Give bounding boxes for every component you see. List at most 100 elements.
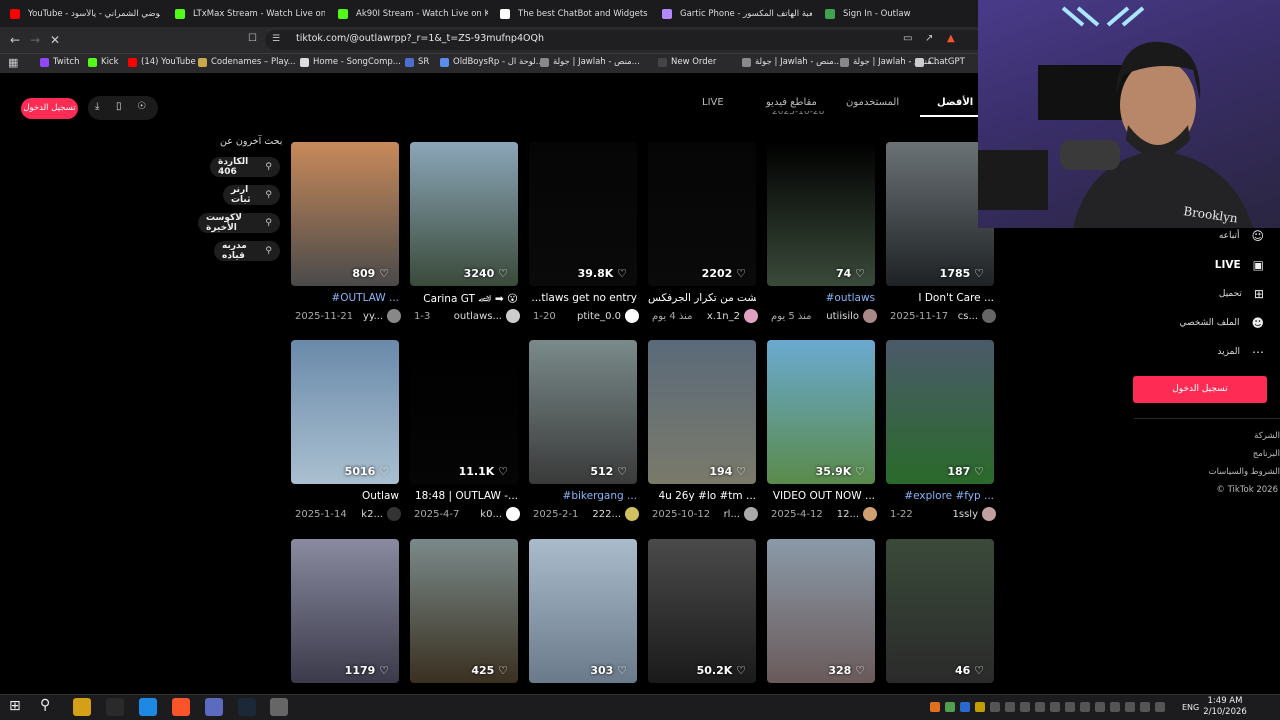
tab-best[interactable]: الأفضل bbox=[937, 97, 973, 108]
video-thumbnail[interactable]: 512 ♡ bbox=[529, 340, 637, 484]
chrome-icon[interactable] bbox=[139, 698, 157, 716]
bookmark-item[interactable]: Twitch bbox=[40, 57, 80, 67]
video-thumbnail[interactable]: 39.8K ♡ bbox=[529, 142, 637, 286]
nav-following[interactable]: أتباعه ☺ bbox=[1219, 229, 1264, 243]
video-title[interactable]: 4u 26y #lo #tm ... bbox=[648, 490, 756, 502]
file-explorer-icon[interactable] bbox=[73, 698, 91, 716]
video-thumbnail[interactable]: 194 ♡ bbox=[648, 340, 756, 484]
tray-icon[interactable] bbox=[1155, 702, 1165, 712]
video-author[interactable]: k2... bbox=[361, 507, 401, 521]
video-thumbnail[interactable]: 3240 ♡ bbox=[410, 142, 518, 286]
video-thumbnail[interactable]: 50.2K ♡ bbox=[648, 539, 756, 683]
bookmark-item[interactable]: جولة | Jawlah - منص... bbox=[540, 57, 640, 67]
video-thumbnail[interactable]: 187 ♡ bbox=[886, 340, 994, 484]
video-title[interactable]: #outlaws bbox=[767, 292, 875, 304]
tab-live[interactable]: LIVE bbox=[702, 97, 724, 108]
cast-icon[interactable]: ▭ bbox=[903, 33, 912, 44]
apps-grid-icon[interactable]: ▦ bbox=[8, 56, 18, 69]
tray-icon[interactable] bbox=[945, 702, 955, 712]
clock[interactable]: 1:49 AM 2/10/2026 bbox=[1200, 696, 1250, 718]
bookmark-item[interactable]: Home - SongComp... bbox=[300, 57, 401, 67]
tray-icon[interactable] bbox=[1140, 702, 1150, 712]
search-suggestion[interactable]: ارنر ثبات ⚲ bbox=[223, 185, 280, 205]
video-thumbnail[interactable]: 46 ♡ bbox=[886, 539, 994, 683]
video-thumbnail[interactable]: 2202 ♡ bbox=[648, 142, 756, 286]
language-indicator[interactable]: ENG bbox=[1182, 703, 1199, 712]
steam-icon[interactable] bbox=[238, 698, 256, 716]
obs-icon[interactable] bbox=[106, 698, 124, 716]
phone-icon[interactable]: ▯ bbox=[116, 101, 122, 112]
video-author[interactable]: 1ssly bbox=[953, 507, 996, 521]
bookmark-item[interactable]: Codenames – Play... bbox=[198, 57, 296, 67]
bookmark-item[interactable]: جولة | Jawlah - منص... bbox=[742, 57, 842, 67]
video-thumbnail[interactable]: 809 ♡ bbox=[291, 142, 399, 286]
search-suggestion[interactable]: لاكوست الأخيرة ⚲ bbox=[198, 213, 280, 233]
video-title[interactable]: VIDEO OUT NOW ... bbox=[767, 490, 875, 502]
video-title[interactable]: 18:48 | OUTLAW -... bbox=[410, 490, 518, 502]
forward-icon[interactable]: → bbox=[30, 33, 40, 47]
tray-icon[interactable] bbox=[1095, 702, 1105, 712]
video-thumbnail[interactable]: 35.9K ♡ bbox=[767, 340, 875, 484]
video-author[interactable]: utiisilo bbox=[826, 309, 877, 323]
video-thumbnail[interactable]: 425 ♡ bbox=[410, 539, 518, 683]
share-icon[interactable]: ↗ bbox=[925, 33, 933, 44]
bookmark-item[interactable]: OldBoysRp - لوحة ال... bbox=[440, 57, 544, 67]
video-thumbnail[interactable]: 1179 ♡ bbox=[291, 539, 399, 683]
video-thumbnail[interactable]: 328 ♡ bbox=[767, 539, 875, 683]
nav-live[interactable]: LIVE ▣ bbox=[1215, 258, 1264, 272]
browser-tab[interactable]: The best ChatBot and Widgets for K bbox=[500, 3, 650, 25]
tray-icon[interactable] bbox=[1080, 702, 1090, 712]
search-suggestion[interactable]: الكاردة 406 ⚲ bbox=[210, 157, 280, 177]
video-title[interactable]: Carina GT 🏎 ➡ 😮 bbox=[410, 292, 518, 305]
bookmark-icon[interactable]: ☐ bbox=[248, 33, 257, 44]
video-author[interactable]: ptite_0.0 bbox=[577, 309, 639, 323]
tray-icon[interactable] bbox=[1110, 702, 1120, 712]
browser-tab[interactable]: LTxMax Stream - Watch Live on K bbox=[175, 3, 325, 25]
tray-icon[interactable] bbox=[1020, 702, 1030, 712]
bookmark-item[interactable]: SR bbox=[405, 57, 429, 67]
footer-link[interactable]: الشركة bbox=[1254, 431, 1280, 441]
tray-icon[interactable] bbox=[960, 702, 970, 712]
bookmark-item[interactable]: New Order bbox=[658, 57, 716, 67]
tray-icon[interactable] bbox=[1050, 702, 1060, 712]
tray-icon[interactable] bbox=[975, 702, 985, 712]
browser-tab[interactable]: Sign In - Outlaw bbox=[825, 3, 945, 25]
video-thumbnail[interactable]: 74 ♡ bbox=[767, 142, 875, 286]
video-author[interactable]: x.1n_2 bbox=[707, 309, 758, 323]
download-icon[interactable]: ⤓ bbox=[95, 101, 99, 112]
video-thumbnail[interactable]: 303 ♡ bbox=[529, 539, 637, 683]
footer-link[interactable]: الشروط والسياسات bbox=[1209, 467, 1280, 477]
login-button-small[interactable]: تسجيل الدخول bbox=[21, 98, 78, 119]
video-title[interactable]: ...tlaws get no entry bbox=[529, 292, 637, 304]
browser-tab[interactable]: YouTube - موضي الشمراني - يالأسود bbox=[10, 3, 160, 25]
compass-icon[interactable]: ☉ bbox=[137, 101, 146, 112]
stop-icon[interactable]: ✕ bbox=[50, 33, 60, 47]
bookmark-item[interactable]: (14) YouTube bbox=[128, 57, 196, 67]
video-thumbnail[interactable]: 11.1K ♡ bbox=[410, 340, 518, 484]
video-author[interactable]: outlaws... bbox=[454, 309, 520, 323]
search-suggestion[interactable]: مدربه قياده ⚲ bbox=[214, 241, 280, 261]
video-author[interactable]: 12... bbox=[837, 507, 877, 521]
tray-icon[interactable] bbox=[1125, 702, 1135, 712]
video-title[interactable]: طفشت من تكرار الجرفكس... bbox=[648, 292, 756, 304]
video-title[interactable]: #explore #fyp ... bbox=[886, 490, 994, 502]
video-title[interactable]: I Don't Care ... bbox=[886, 292, 994, 304]
tray-icon[interactable] bbox=[1005, 702, 1015, 712]
video-author[interactable]: rl... bbox=[724, 507, 758, 521]
back-icon[interactable]: ← bbox=[10, 33, 20, 47]
browser-tab[interactable]: Ak90I Stream - Watch Live on Ki bbox=[338, 3, 488, 25]
nav-upload[interactable]: تحميل ⊞ bbox=[1219, 287, 1264, 301]
video-title[interactable]: #OUTLAW ... bbox=[291, 292, 399, 304]
bookmark-item[interactable]: ChatGPT bbox=[915, 57, 965, 67]
video-thumbnail[interactable]: 5016 ♡ bbox=[291, 340, 399, 484]
video-author[interactable]: k0... bbox=[480, 507, 520, 521]
search-icon[interactable]: ⚲ bbox=[40, 697, 50, 713]
nav-more[interactable]: المزيد ⋯ bbox=[1217, 345, 1264, 359]
bookmark-item[interactable]: Kick bbox=[88, 57, 119, 67]
footer-link[interactable]: البرنامج bbox=[1253, 449, 1280, 459]
video-title[interactable]: #bikergang ... bbox=[529, 490, 637, 502]
discord-icon[interactable] bbox=[205, 698, 223, 716]
tab-videos[interactable]: مقاطع فيديو bbox=[766, 97, 817, 108]
tray-icon[interactable] bbox=[1035, 702, 1045, 712]
app-icon[interactable] bbox=[270, 698, 288, 716]
